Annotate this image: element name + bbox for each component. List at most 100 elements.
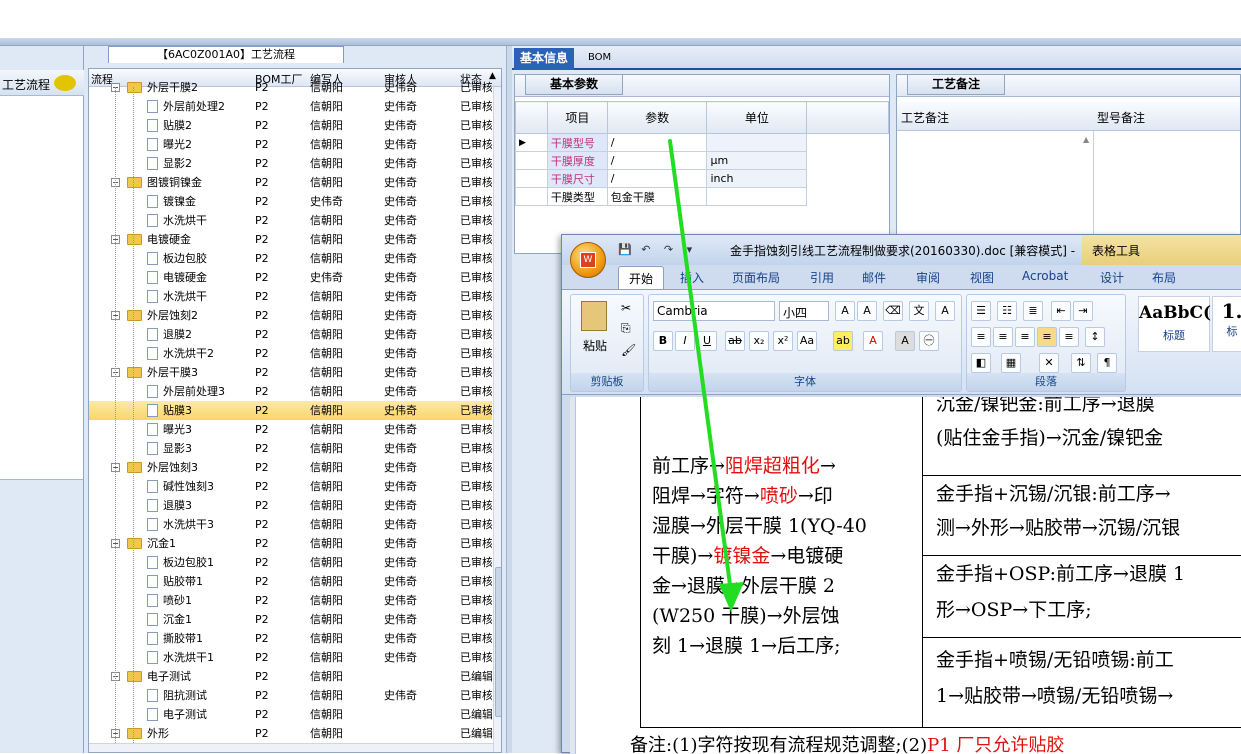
shrink-font-icon[interactable]: A (857, 301, 877, 321)
increase-indent-icon[interactable]: ⇥ (1073, 301, 1093, 321)
font-size-input[interactable]: 小四 (779, 301, 829, 321)
tree-row[interactable]: 电镀硬金 P2 史伟奇 史伟奇 已审核 (89, 268, 492, 287)
tree-row[interactable]: 水洗烘干 P2 信朝阳 史伟奇 已审核 (89, 211, 492, 230)
param-unit[interactable] (706, 133, 808, 152)
tree-row[interactable]: 板边包胶 P2 信朝阳 史伟奇 已审核 (89, 249, 492, 268)
tree-row[interactable]: 曝光2 P2 信朝阳 史伟奇 已审核 (89, 135, 492, 154)
cut-icon[interactable]: ✂ (621, 301, 631, 315)
multilevel-list-icon[interactable]: ≣ (1023, 301, 1043, 321)
redo-icon[interactable]: ↷ (664, 243, 673, 256)
tree-group-row[interactable]: − 外层干膜2 P2 信朝阳 史伟奇 已审核 (89, 78, 492, 97)
tree-group-row[interactable]: − 外层蚀刻3 P2 信朝阳 史伟奇 已审核 (89, 458, 492, 477)
paste-icon[interactable] (581, 301, 607, 331)
tab-design[interactable]: 设计 (1100, 269, 1124, 286)
superscript-icon[interactable]: x² (773, 331, 793, 351)
param-unit[interactable]: inch (706, 169, 808, 188)
tree-row[interactable]: 显影2 P2 信朝阳 史伟奇 已审核 (89, 154, 492, 173)
tree-row[interactable]: 贴胶带1 P2 信朝阳 史伟奇 已审核 (89, 572, 492, 591)
font-name-input[interactable]: Cambria (653, 301, 775, 321)
shading-icon[interactable]: ◧ (971, 353, 991, 373)
tree-row[interactable]: 电子测试 P2 信朝阳 已编辑 (89, 705, 492, 724)
scroll-up-icon[interactable]: ▲ (1083, 135, 1089, 144)
align-right-icon[interactable]: ≡ (1015, 327, 1035, 347)
tree-group-row[interactable]: − 沉金1 P2 信朝阳 史伟奇 已审核 (89, 534, 492, 553)
tab-layout[interactable]: 布局 (1152, 269, 1176, 286)
param-row[interactable]: 干膜尺寸 / inch (515, 169, 889, 188)
align-left-icon[interactable]: ≡ (971, 327, 991, 347)
tree-row[interactable]: 水洗烘干 P2 信朝阳 史伟奇 已审核 (89, 287, 492, 306)
top-splitter[interactable] (0, 38, 1241, 46)
col-header-item[interactable]: 项目 (546, 101, 608, 134)
italic-icon[interactable]: I (675, 331, 695, 351)
style-heading-1[interactable]: 1. 标 (1212, 296, 1241, 352)
tree-row[interactable]: 沉金1 P2 信朝阳 史伟奇 已审核 (89, 610, 492, 629)
char-shading-icon[interactable]: A (895, 331, 915, 351)
tab-review[interactable]: 审阅 (916, 269, 940, 286)
tree-row[interactable]: 镀镍金 P2 史伟奇 史伟奇 已审核 (89, 192, 492, 211)
tree-group-row[interactable]: − 电镀硬金 P2 信朝阳 史伟奇 已审核 (89, 230, 492, 249)
phonetic-icon[interactable]: 文 (909, 301, 929, 321)
col-header-model-remark[interactable]: 型号备注 (1097, 109, 1145, 126)
underline-icon[interactable]: U (697, 331, 717, 351)
param-value[interactable]: / (606, 133, 708, 152)
tree-group-row[interactable]: − 外形 P2 信朝阳 已编辑 (89, 724, 492, 743)
save-icon[interactable]: 💾 (618, 243, 632, 256)
tab-insert[interactable]: 插入 (680, 269, 704, 286)
tree-scroll-thumb[interactable] (495, 567, 501, 717)
decrease-indent-icon[interactable]: ⇤ (1051, 301, 1071, 321)
tab-bom[interactable]: BOM (582, 48, 617, 70)
tree-row[interactable]: 贴膜3 P2 信朝阳 史伟奇 已审核 (89, 401, 492, 420)
distributed-icon[interactable]: ≡ (1059, 327, 1079, 347)
customize-qat-icon[interactable]: ▾ (687, 243, 693, 256)
tree-row[interactable]: 水洗烘干3 P2 信朝阳 史伟奇 已审核 (89, 515, 492, 534)
line-spacing-icon[interactable]: ↕ (1085, 327, 1105, 347)
tree-horizontal-scrollbar[interactable] (89, 743, 493, 752)
param-value[interactable]: 包金干膜 (606, 187, 708, 206)
tree-row[interactable]: 外层前处理2 P2 信朝阳 史伟奇 已审核 (89, 97, 492, 116)
justify-icon[interactable]: ≡ (1037, 327, 1057, 347)
param-value[interactable]: / (606, 151, 708, 170)
paste-button[interactable]: 粘贴 (583, 337, 607, 354)
col-header-process-remark[interactable]: 工艺备注 (901, 109, 949, 126)
tree-row[interactable]: 喷砂1 P2 信朝阳 史伟奇 已审核 (89, 591, 492, 610)
font-color-icon[interactable]: A (863, 331, 883, 351)
bold-icon[interactable]: B (653, 331, 673, 351)
copy-icon[interactable]: ⎘ (621, 321, 631, 336)
show-marks-icon[interactable]: ¶ (1097, 353, 1117, 373)
col-header-param[interactable]: 参数 (606, 101, 708, 134)
tab-home[interactable]: 开始 (618, 266, 665, 289)
col-header-unit[interactable]: 单位 (706, 101, 808, 134)
tab-page-layout[interactable]: 页面布局 (732, 269, 780, 286)
format-painter-icon[interactable]: 🖌 (621, 343, 636, 357)
tree-row[interactable]: 退膜3 P2 信朝阳 史伟奇 已审核 (89, 496, 492, 515)
subscript-icon[interactable]: x₂ (749, 331, 769, 351)
tab-basic-info[interactable]: 基本信息 (514, 48, 575, 70)
chat-bubble-icon[interactable] (54, 75, 76, 91)
document-area[interactable]: 前工序→阻焊超粗化→ 阻焊→字符→喷砂→印 湿膜→外层干膜 1(YQ-40 干膜… (570, 397, 1241, 754)
highlight-icon[interactable]: ab (833, 331, 853, 351)
tree-vertical-scrollbar[interactable] (493, 87, 501, 752)
align-center-icon[interactable]: ≡ (993, 327, 1013, 347)
tree-row[interactable]: 撕胶带1 P2 信朝阳 史伟奇 已审核 (89, 629, 492, 648)
numbering-icon[interactable]: ☷ (997, 301, 1017, 321)
tree-group-row[interactable]: − 图镀铜镍金 P2 信朝阳 史伟奇 已审核 (89, 173, 492, 192)
tree-row[interactable]: 水洗烘干2 P2 信朝阳 史伟奇 已审核 (89, 344, 492, 363)
borders-icon[interactable]: ▦ (1001, 353, 1021, 373)
params-group-title[interactable]: 基本参数 (525, 75, 624, 95)
tree-group-row[interactable]: − 外层蚀刻2 P2 信朝阳 史伟奇 已审核 (89, 306, 492, 325)
style-heading[interactable]: AaBbC( 标题 (1138, 296, 1211, 352)
chinese-layout-icon[interactable]: ✕ (1039, 353, 1059, 373)
tree-row[interactable]: 显影3 P2 信朝阳 史伟奇 已审核 (89, 439, 492, 458)
undo-icon[interactable]: ↶ (641, 243, 650, 256)
tab-view[interactable]: 视图 (970, 269, 994, 286)
tree-row[interactable]: 碱性蚀刻3 P2 信朝阳 史伟奇 已审核 (89, 477, 492, 496)
strikethrough-icon[interactable]: ab (725, 331, 745, 351)
param-value[interactable]: / (606, 169, 708, 188)
tab-mailings[interactable]: 邮件 (862, 269, 886, 286)
tree-row[interactable]: 水洗烘干1 P2 信朝阳 史伟奇 已审核 (89, 648, 492, 667)
tree-row[interactable]: 退膜2 P2 信朝阳 史伟奇 已审核 (89, 325, 492, 344)
tab-references[interactable]: 引用 (810, 269, 834, 286)
tab-acrobat[interactable]: Acrobat (1022, 269, 1068, 283)
tree-row[interactable]: 曝光3 P2 信朝阳 史伟奇 已审核 (89, 420, 492, 439)
param-row[interactable]: 干膜厚度 / μm (515, 151, 889, 170)
